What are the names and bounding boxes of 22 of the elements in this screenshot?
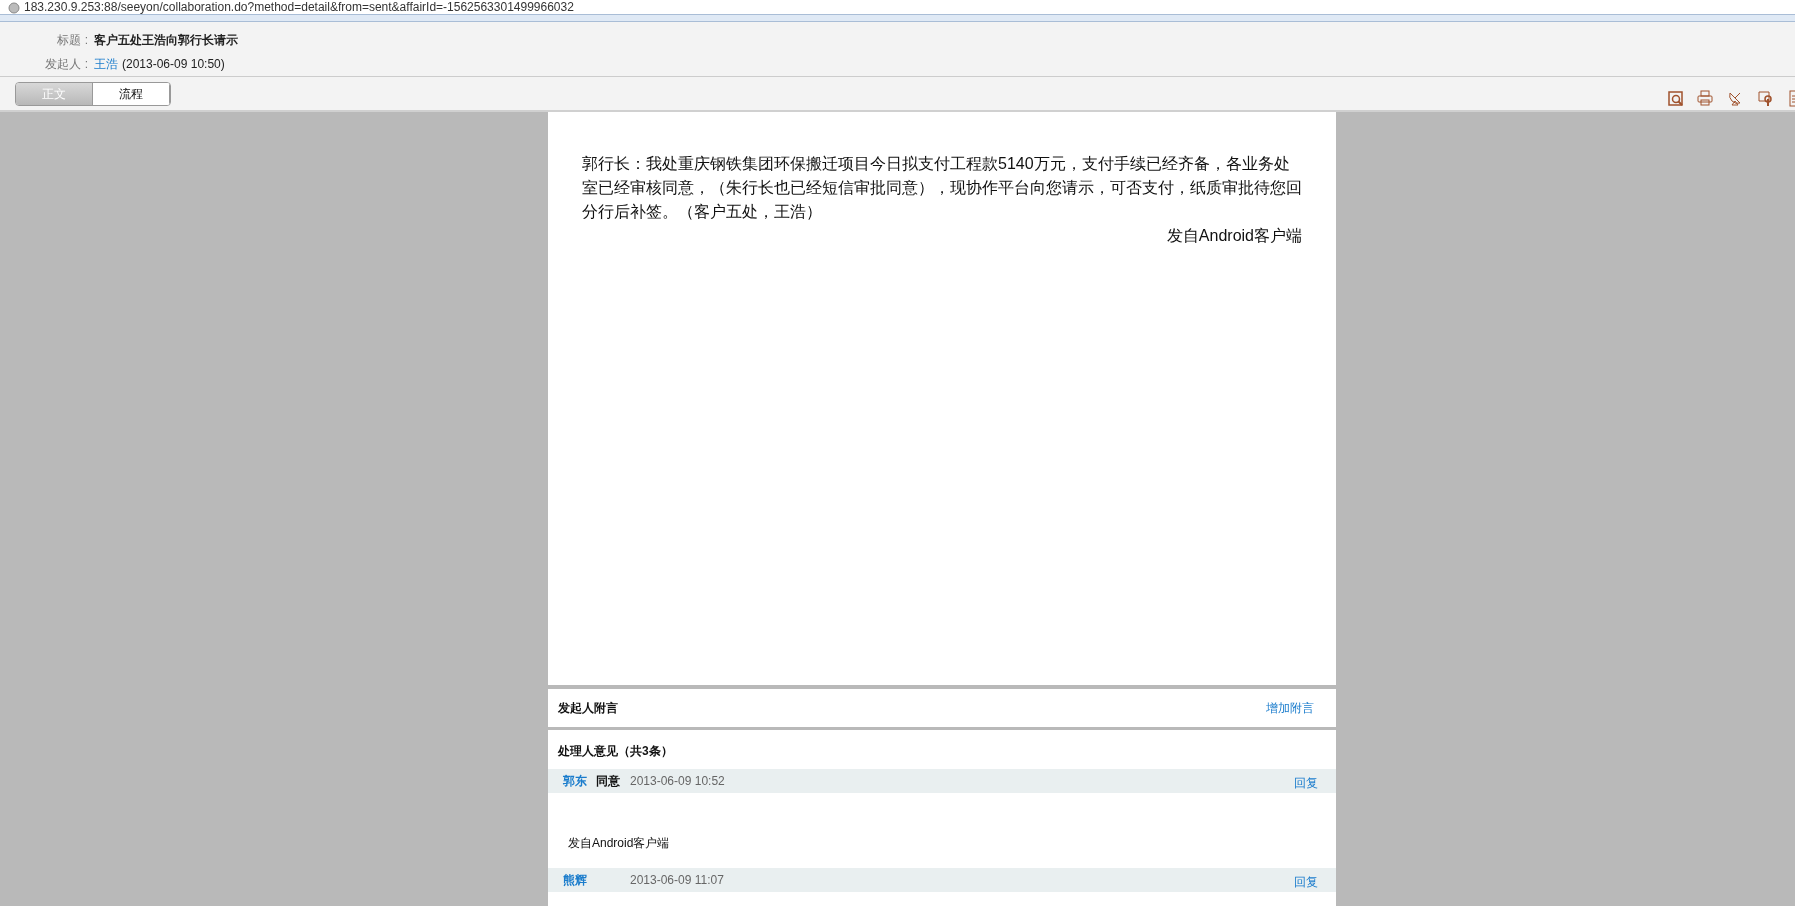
add-note-link[interactable]: 增加附言 bbox=[1266, 699, 1314, 717]
opinion-text: 发自Android客户端 bbox=[568, 835, 670, 852]
sender-label: 发起人 : bbox=[44, 56, 88, 73]
magnifier-icon[interactable] bbox=[1666, 88, 1684, 107]
reply-link[interactable]: 回复 bbox=[1294, 770, 1318, 792]
opinion-time: 2013-06-09 11:07 bbox=[630, 872, 724, 889]
printer-icon[interactable] bbox=[1696, 88, 1714, 107]
body-signature: 发自Android客户端 bbox=[1166, 226, 1302, 246]
title-label: 标题 : bbox=[56, 32, 88, 49]
document-title: 客户五处王浩向郭行长请示 bbox=[94, 32, 238, 49]
opinions-heading: 处理人意见（共3条） bbox=[557, 743, 674, 760]
tab[interactable]: 流程 bbox=[93, 82, 170, 105]
reply-link[interactable]: 回复 bbox=[1294, 869, 1318, 891]
globe-icon bbox=[8, 2, 20, 14]
attitude: 同意 bbox=[596, 773, 621, 790]
sender-link[interactable]: 王浩 bbox=[94, 55, 118, 73]
handler-name[interactable]: 郭东 bbox=[563, 772, 596, 790]
sent-time: (2013-06-09 10:50) bbox=[122, 56, 225, 73]
body-text: 郭行长：我处重庆钢铁集团环保搬迁项目今日拟支付工程款5140万元，支付手续已经齐备，各业务处室已经审核同意，（朱行长也已经短信审批同意），现协作平台向您请示，可否支付，纸质审批待您回分行后补签。（客户五处，王浩） bbox=[582, 154, 1302, 222]
opinion-time: 2013-06-09 10:52 bbox=[630, 773, 725, 790]
handler-name[interactable]: 熊辉 bbox=[563, 871, 596, 889]
sender-note-heading: 发起人附言 bbox=[558, 700, 618, 717]
